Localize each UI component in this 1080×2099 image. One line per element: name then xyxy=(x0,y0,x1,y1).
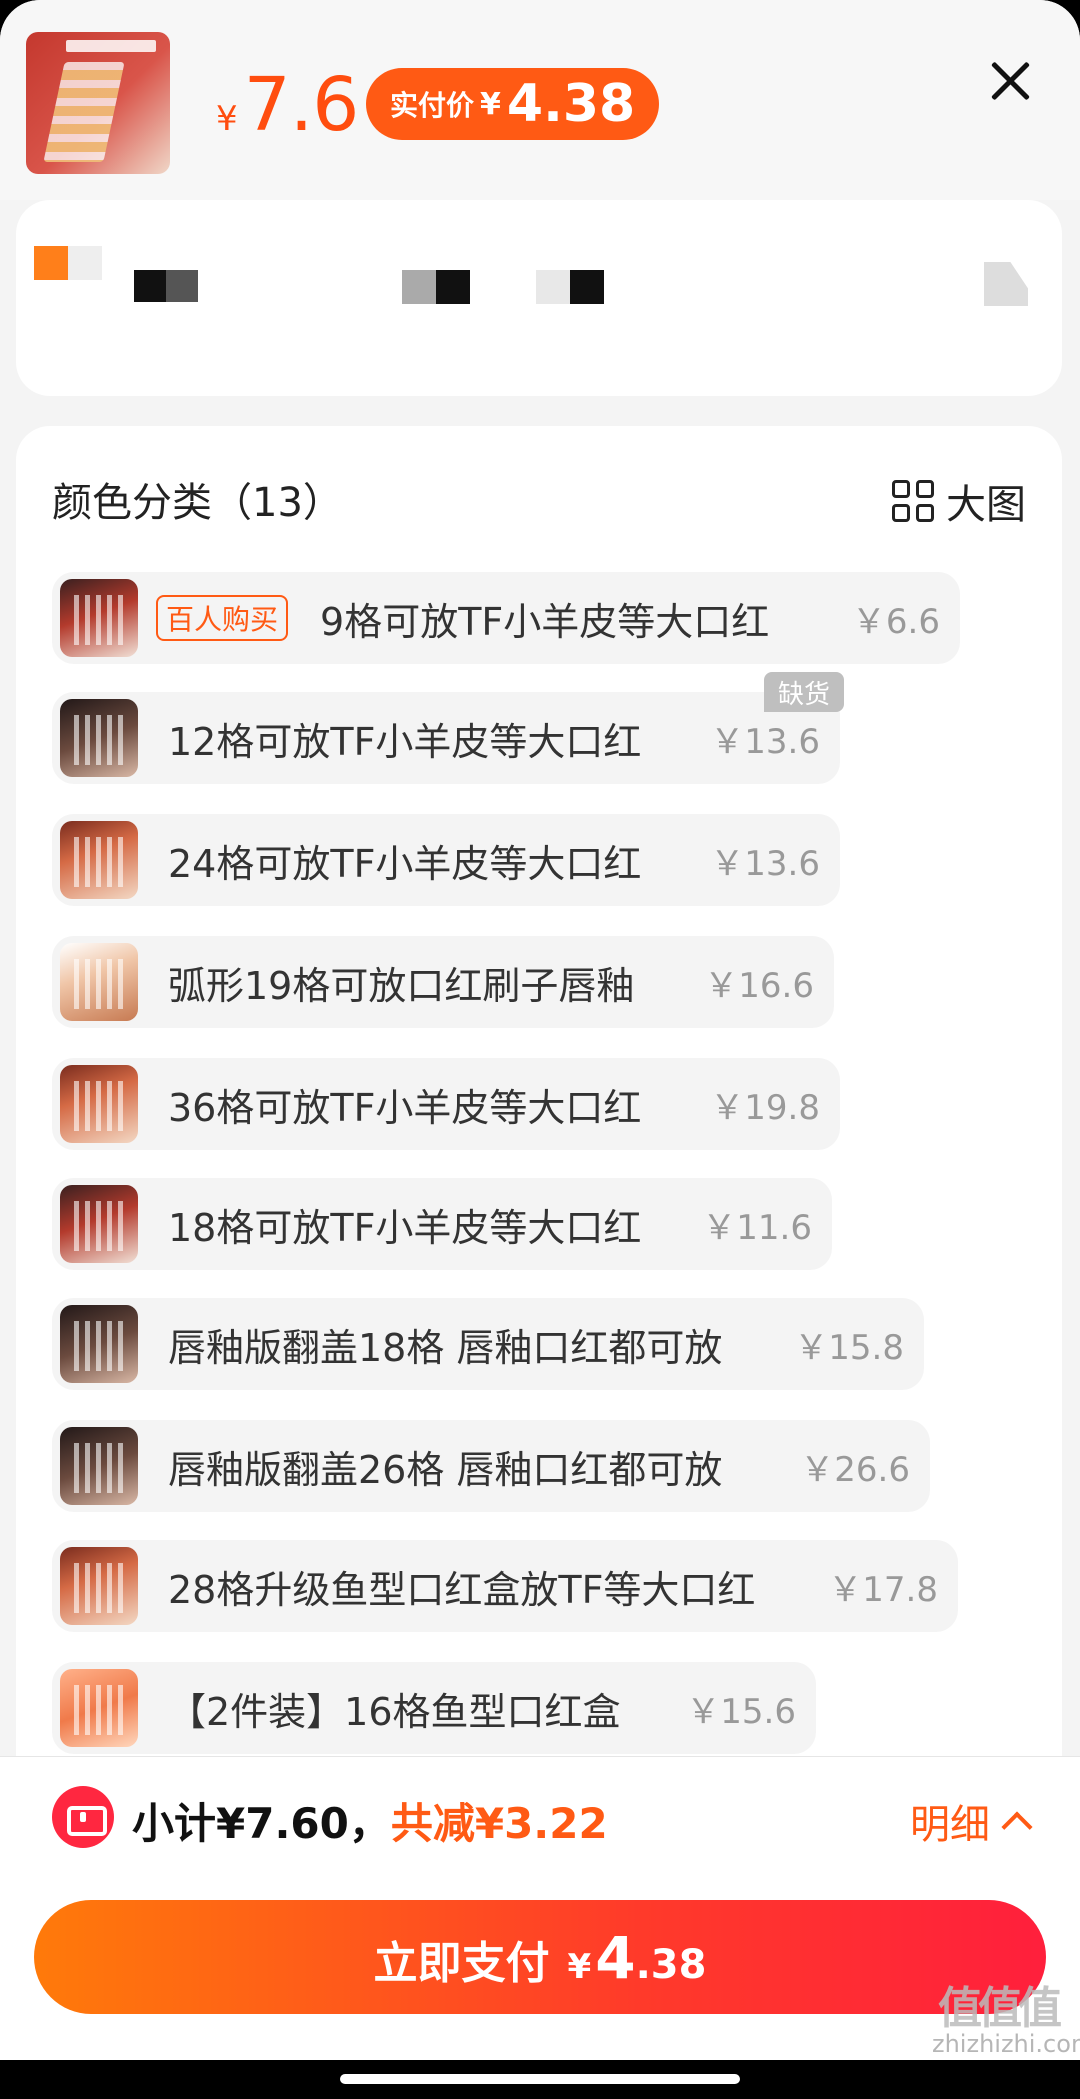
current-price: ¥ 7.6 xyxy=(216,62,360,148)
sku-price: ￥16.6 xyxy=(704,965,814,1006)
sku-option[interactable]: 18格可放TF小羊皮等大口红 ￥11.6 xyxy=(52,1178,832,1270)
out-of-stock-tag: 缺货 xyxy=(764,672,845,712)
section-title: 颜色分类（13） xyxy=(52,480,343,526)
real-price-currency: ¥ xyxy=(480,86,501,122)
sku-option[interactable]: 唇釉版翻盖18格 唇釉口红都可放 ￥15.8 xyxy=(52,1298,924,1390)
coupon-icon xyxy=(52,1786,114,1848)
redacted-block xyxy=(984,262,1028,306)
sku-thumbnail xyxy=(60,1185,138,1263)
redacted-block xyxy=(536,270,570,304)
sku-option[interactable]: 唇釉版翻盖26格 唇釉口红都可放 ￥26.6 xyxy=(52,1420,930,1512)
sku-thumbnail xyxy=(60,943,138,1021)
sku-option[interactable]: 【2件装】16格鱼型口红盒 ￥15.6 xyxy=(52,1662,816,1754)
close-icon[interactable] xyxy=(988,58,1032,102)
sku-name: 唇釉版翻盖18格 唇釉口红都可放 xyxy=(168,1325,723,1370)
sku-name: 28格升级鱼型口红盒放TF等大口红 xyxy=(168,1567,756,1612)
redacted-block xyxy=(34,246,68,280)
sku-thumbnail xyxy=(60,699,138,777)
sku-thumbnail xyxy=(60,1305,138,1383)
grid-icon xyxy=(892,480,934,522)
sku-option[interactable]: 12格可放TF小羊皮等大口红 ￥13.6 xyxy=(52,692,840,784)
sku-name: 9格可放TF小羊皮等大口红 xyxy=(320,599,770,644)
pay-label: 立即支付 xyxy=(373,1938,550,1989)
redacted-block xyxy=(570,270,604,304)
sku-thumbnail xyxy=(60,1669,138,1747)
sku-selection-sheet: ¥ 7.6 实付价 ¥ 4.38 颜色分类（13） 大图 百人购买 9格可放TF… xyxy=(0,0,1080,2060)
sku-option[interactable]: 24格可放TF小羊皮等大口红 ￥13.6 xyxy=(52,814,840,906)
sku-name: 12格可放TF小羊皮等大口红 xyxy=(168,719,642,764)
subtotal-line: 小计¥7.60， 共减¥3.22 xyxy=(132,1790,608,1851)
big-image-label: 大图 xyxy=(946,482,1026,528)
redacted-block xyxy=(402,270,436,304)
popular-tag: 百人购买 xyxy=(156,595,289,641)
pay-amount-dec: .38 xyxy=(635,1942,707,1988)
pay-amount-int: 4 xyxy=(595,1924,636,1992)
sku-price: ￥11.6 xyxy=(702,1207,812,1248)
sku-price: ￥13.6 xyxy=(710,721,820,762)
sku-price: ￥19.8 xyxy=(710,1087,820,1128)
sku-name: 唇釉版翻盖26格 唇釉口红都可放 xyxy=(168,1447,723,1492)
sku-price: ￥17.8 xyxy=(828,1569,938,1610)
sku-price: ￥26.6 xyxy=(800,1449,910,1490)
sku-price: ￥13.6 xyxy=(710,843,820,884)
sku-thumbnail xyxy=(60,1065,138,1143)
sku-thumbnail xyxy=(60,1427,138,1505)
big-image-toggle[interactable]: 大图 xyxy=(892,472,1026,530)
sku-price: ￥6.6 xyxy=(851,601,940,642)
real-price-label: 实付价 xyxy=(390,89,475,122)
home-indicator[interactable] xyxy=(340,2074,740,2084)
sku-price: ￥15.6 xyxy=(686,1691,796,1732)
sku-thumbnail xyxy=(60,579,138,657)
thumbnail-label-strip xyxy=(66,40,156,52)
pay-now-button[interactable]: 立即支付 ¥ 4 .38 xyxy=(34,1900,1046,2014)
sku-name: 弧形19格可放口红刷子唇釉 xyxy=(168,963,635,1008)
sku-price: ￥15.8 xyxy=(794,1327,904,1368)
sku-name: 18格可放TF小羊皮等大口红 xyxy=(168,1205,642,1250)
real-price-value: 4.38 xyxy=(506,74,636,134)
real-price-badge: 实付价 ¥ 4.38 xyxy=(366,68,660,140)
redacted-address-card[interactable] xyxy=(16,200,1062,396)
sku-option[interactable]: 弧形19格可放口红刷子唇釉 ￥16.6 xyxy=(52,936,834,1028)
sku-option[interactable]: 百人购买 9格可放TF小羊皮等大口红 ￥6.6 xyxy=(52,572,960,664)
sku-option[interactable]: 36格可放TF小羊皮等大口红 ￥19.8 xyxy=(52,1058,840,1150)
product-thumbnail[interactable] xyxy=(26,32,170,174)
sku-thumbnail xyxy=(60,1547,138,1625)
sku-name: 24格可放TF小羊皮等大口红 xyxy=(168,841,642,886)
price-value: 7.6 xyxy=(243,62,360,148)
chevron-up-icon xyxy=(1001,1811,1033,1843)
watermark-logo: 值值值 xyxy=(938,1983,1062,2034)
redacted-block xyxy=(166,270,198,302)
sku-option[interactable]: 28格升级鱼型口红盒放TF等大口红 ￥17.8 xyxy=(52,1540,958,1632)
watermark: 值值值 zhizhizhi.com xyxy=(932,1983,1080,2058)
discount-text: 共减¥3.22 xyxy=(390,1799,608,1848)
detail-toggle[interactable]: 明细 xyxy=(910,1792,1033,1850)
redacted-block xyxy=(436,270,470,304)
detail-label: 明细 xyxy=(910,1802,990,1848)
sku-name: 36格可放TF小羊皮等大口红 xyxy=(168,1085,642,1130)
price-currency: ¥ xyxy=(216,99,238,139)
redacted-block xyxy=(68,246,102,280)
sku-name: 【2件装】16格鱼型口红盒 xyxy=(168,1689,621,1734)
sku-thumbnail xyxy=(60,821,138,899)
subtotal-text: 小计¥7.60， xyxy=(132,1799,391,1848)
thumbnail-product-art xyxy=(43,62,125,162)
pay-currency: ¥ xyxy=(567,1947,592,1987)
redacted-block xyxy=(134,270,166,302)
